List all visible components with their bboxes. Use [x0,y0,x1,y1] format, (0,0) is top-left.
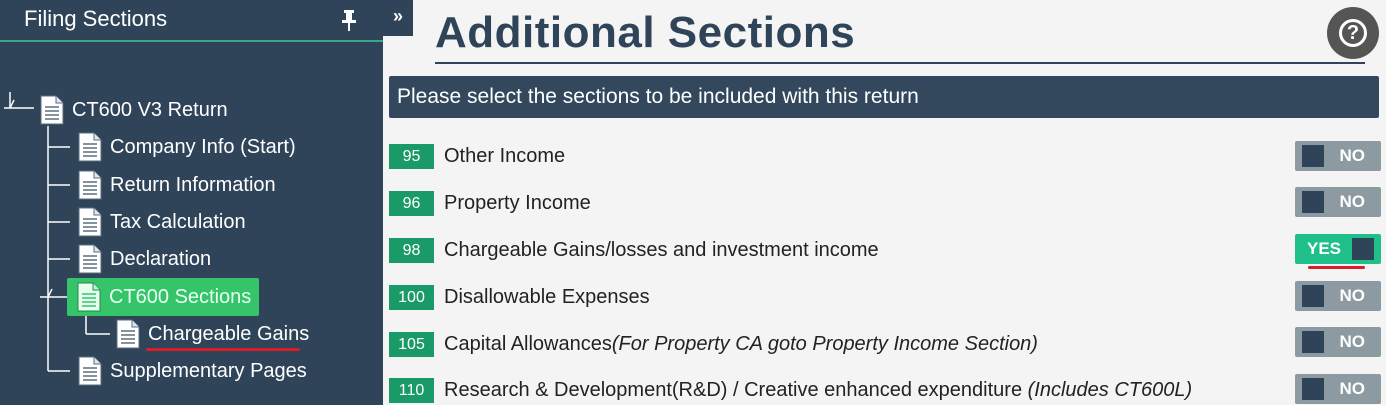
section-row-98: 98 Chargeable Gains/losses and investmen… [389,235,1381,265]
tree-node-label: Tax Calculation [110,210,246,233]
toggle-section-105[interactable]: NO [1295,327,1381,357]
toggle-section-98[interactable]: YES [1295,234,1381,264]
document-icon [78,132,102,162]
tree-node-declaration[interactable]: Declaration [78,241,211,277]
tree-node-label: Company Info (Start) [110,135,296,158]
toggle-section-110[interactable]: NO [1295,374,1381,404]
toggle-knob [1302,331,1324,353]
tree-node-company-info[interactable]: Company Info (Start) [78,129,296,165]
section-row-96: 96 Property Income [389,188,1381,218]
section-row-95: 95 Other Income [389,141,1381,171]
tree-node-label: Supplementary Pages [110,359,307,382]
instructions-banner: Please select the sections to be include… [389,76,1379,118]
toggle-state-label: NO [1339,332,1366,351]
tree-node-label: Declaration [110,247,212,270]
section-tree: CT600 V3 Return Company Info (Start) Ret… [0,0,383,405]
document-icon [78,244,102,274]
toggle-section-96[interactable]: NO [1295,187,1381,217]
main-panel: Additional Sections ? Please select the … [383,0,1386,405]
expand-panel-button[interactable]: » [383,0,413,36]
toggle-section-100[interactable]: NO [1295,281,1381,311]
tree-node-return-information[interactable]: Return Information [78,167,276,203]
toggle-state-label: NO [1339,146,1366,165]
toggle-knob [1302,285,1324,307]
page-title: Additional Sections [435,8,856,57]
annotation-underline [146,348,300,351]
filing-sections-sidebar: Filing Sections CT600 V3 Return Company … [0,0,383,405]
toggle-section-95[interactable]: NO [1295,141,1381,171]
toggle-state-label: NO [1339,379,1366,398]
section-number-badge: 96 [389,190,434,216]
section-number-badge: 100 [389,284,434,310]
section-label: Disallowable Expenses [444,285,650,308]
document-icon [116,319,140,349]
section-label: Other Income [444,144,566,167]
toggle-state-label: NO [1339,192,1366,211]
section-label: Chargeable Gains/losses and investment i… [444,238,879,261]
document-icon [78,170,102,200]
tree-node-label: Chargeable Gains [148,322,310,345]
toggle-knob [1352,238,1374,260]
toggle-state-label: YES [1307,239,1342,258]
tree-node-label: CT600 V3 Return [72,98,228,121]
toggle-knob [1302,145,1324,167]
section-row-105: 105 Capital Allowances(For Property CA g… [389,329,1381,359]
section-row-100: 100 Disallowable Expenses [389,282,1381,312]
tree-node-label: CT600 Sections [109,285,252,308]
title-divider [435,62,1365,64]
tree-node-ct600-sections[interactable]: CT600 Sections [67,278,260,316]
section-number-badge: 110 [389,377,434,403]
document-icon [77,282,101,312]
section-number-badge: 105 [389,331,434,357]
tree-node-supplementary-pages[interactable]: Supplementary Pages [78,353,307,389]
toggle-state-label: NO [1339,286,1366,305]
document-icon [78,356,102,386]
tree-node-label: Return Information [110,173,276,196]
section-label: Capital Allowances(For Property CA goto … [444,332,1038,355]
document-icon [40,95,64,125]
toggle-knob [1302,191,1324,213]
tree-node-tax-calculation[interactable]: Tax Calculation [78,204,246,240]
help-icon-glyph: ? [1339,19,1367,47]
section-number-badge: 95 [389,143,434,169]
section-number-badge: 98 [389,237,434,263]
section-label: Research & Development(R&D) / Creative e… [444,378,1193,401]
tree-node-chargeable-gains[interactable]: Chargeable Gains [116,316,309,352]
tree-node-ct600-v3-return[interactable]: CT600 V3 Return [40,92,228,128]
annotation-underline [1308,266,1365,269]
toggle-knob [1302,378,1324,400]
section-row-110: 110 Research & Development(R&D) / Creati… [389,375,1381,405]
help-icon[interactable]: ? [1327,7,1379,59]
section-label: Property Income [444,191,591,214]
document-icon [78,207,102,237]
